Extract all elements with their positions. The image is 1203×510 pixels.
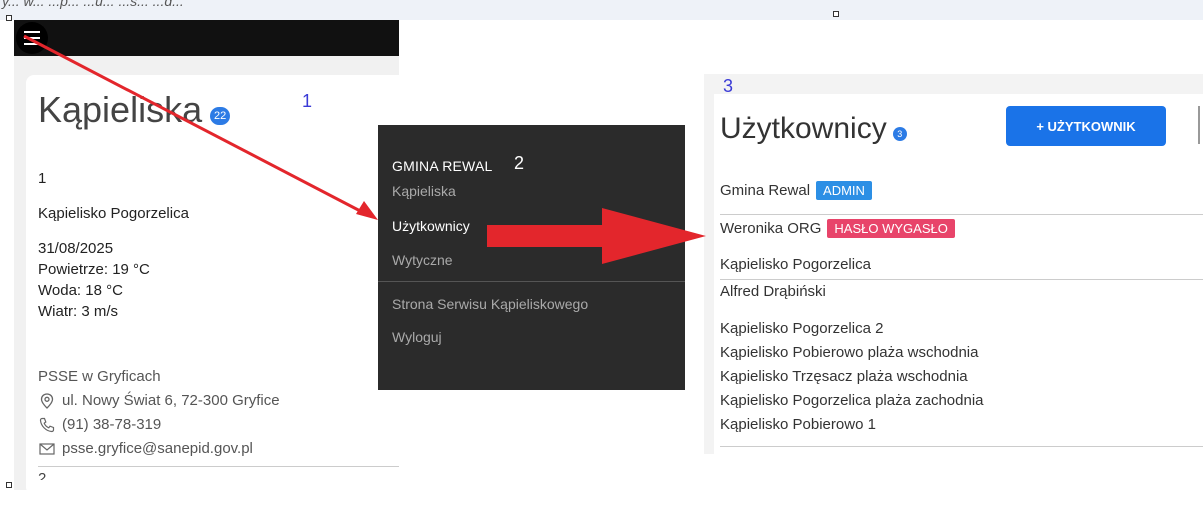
thin-arrow-head: [356, 201, 378, 220]
thin-arrow-line: [23, 34, 367, 216]
big-arrow: [487, 208, 706, 264]
annotated-screenshot: y... w... ...p... ...u... ...s... ...d..…: [0, 0, 1203, 510]
annotation-arrows: [23, 34, 706, 264]
